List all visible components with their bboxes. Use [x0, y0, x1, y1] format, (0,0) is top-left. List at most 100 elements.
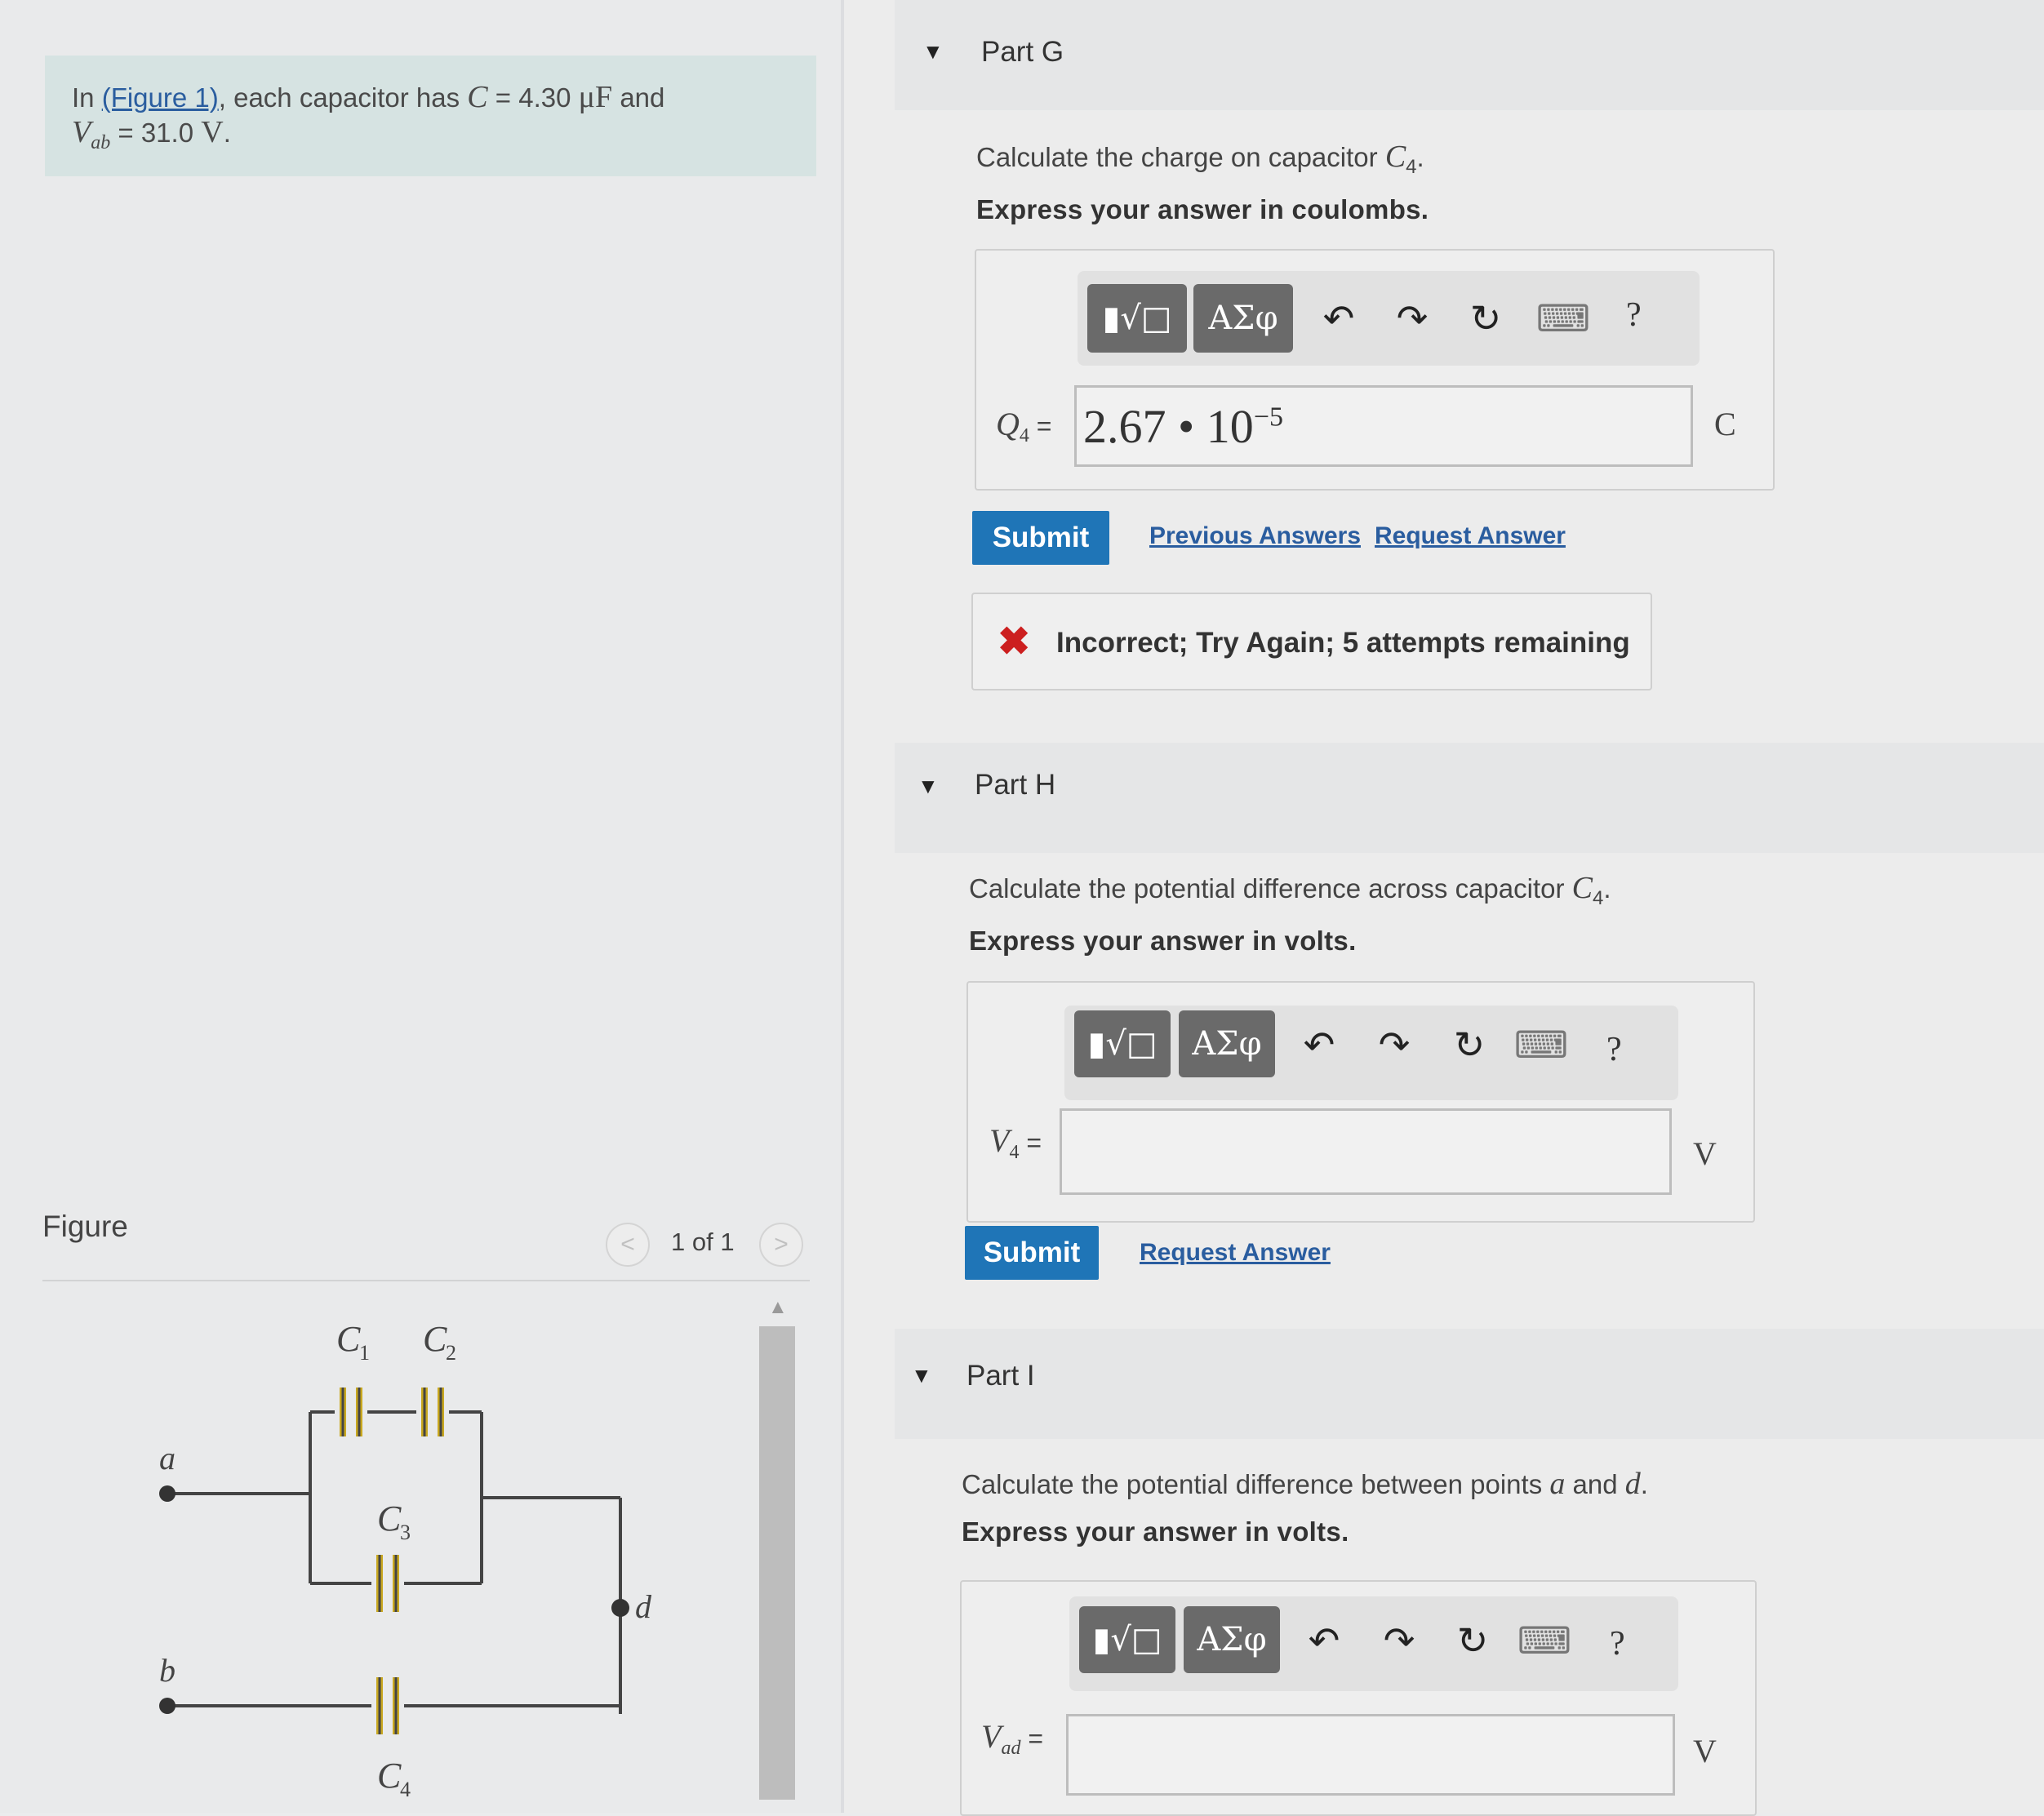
undo-icon[interactable]: ↶ — [1314, 294, 1363, 343]
redo-icon[interactable]: ↷ — [1370, 1020, 1419, 1069]
part-i-var-sub: ad — [1001, 1738, 1021, 1759]
part-h-instruction-end: . — [1603, 873, 1611, 904]
part-g-templates-button[interactable]: ▮√□ — [1087, 284, 1187, 353]
part-i-answer-input[interactable] — [1066, 1714, 1675, 1796]
c4-sub: 4 — [400, 1778, 411, 1801]
part-i-unit: V — [1693, 1733, 1717, 1769]
part-i-title: Part I — [966, 1360, 1035, 1392]
part-g-unit: C — [1714, 406, 1736, 442]
redo-icon[interactable]: ↷ — [1388, 294, 1437, 343]
part-h-request-answer-link[interactable]: Request Answer — [1140, 1239, 1331, 1267]
voltage-var: V — [72, 115, 91, 149]
node-b-label: b — [159, 1652, 176, 1689]
figure-link[interactable]: (Figure 1) — [102, 82, 219, 113]
part-g-greek-button[interactable]: ΑΣφ — [1193, 284, 1293, 353]
part-g-title: Part G — [981, 36, 1064, 68]
part-h-var-sub: 4 — [1009, 1142, 1020, 1163]
part-g-instruction-end: . — [1416, 142, 1424, 172]
c3-label: C — [377, 1499, 402, 1538]
collapse-part-h-icon[interactable]: ▼ — [918, 774, 939, 799]
part-g-variable-label: Q4 = — [996, 405, 1051, 447]
collapse-part-g-icon[interactable]: ▼ — [922, 39, 944, 64]
figure-divider — [42, 1280, 810, 1281]
problem-mid: , each capacitor has — [218, 82, 468, 113]
undo-icon[interactable]: ↶ — [1295, 1020, 1344, 1069]
part-g-instruction-var: C — [1384, 140, 1406, 174]
figure-pager: 1 of 1 — [671, 1228, 735, 1256]
collapse-part-i-icon[interactable]: ▼ — [911, 1363, 932, 1388]
part-i-var: V — [981, 1718, 1002, 1755]
part-i-header[interactable] — [895, 1329, 2044, 1439]
voltage-unit: V — [201, 115, 224, 149]
problem-statement: In (Figure 1), each capacitor has C = 4.… — [72, 80, 790, 160]
next-figure-button[interactable]: > — [759, 1223, 803, 1267]
part-g-request-answer-link[interactable]: Request Answer — [1375, 522, 1566, 550]
part-h-title: Part H — [975, 769, 1056, 801]
c3-sub: 3 — [400, 1521, 411, 1544]
templates-icon: ▮√□ — [1092, 1621, 1162, 1658]
part-i-instruction: Calculate the potential difference betwe… — [962, 1466, 1648, 1502]
figure-scrollbar[interactable] — [759, 1326, 795, 1800]
circuit-diagram: C 1 C 2 C 3 C 4 a b d — [159, 1319, 652, 1801]
capacitance-value: = 4.30 — [487, 82, 579, 113]
c1-label: C — [336, 1319, 361, 1359]
part-g-submit-button[interactable]: Submit — [972, 511, 1109, 565]
part-g-express: Express your answer in coulombs. — [976, 194, 1429, 224]
incorrect-x-icon: ✖ — [998, 620, 1031, 664]
capacitance-unit: μF — [578, 80, 613, 114]
part-h-templates-button[interactable]: ▮√□ — [1074, 1010, 1171, 1077]
help-icon[interactable]: ? — [1606, 1030, 1622, 1069]
keyboard-icon[interactable]: ⌨ — [1536, 294, 1590, 343]
part-i-and: and — [1565, 1469, 1625, 1499]
part-i-point-a: a — [1549, 1467, 1566, 1501]
undo-icon[interactable]: ↶ — [1300, 1616, 1349, 1665]
figure-label: Figure — [42, 1210, 128, 1243]
greek-symbols-icon: ΑΣφ — [1197, 1621, 1267, 1658]
node-b-dot — [159, 1698, 176, 1714]
part-h-instruction-var: C — [1571, 871, 1593, 905]
previous-answers-link[interactable]: Previous Answers — [1149, 522, 1361, 550]
keyboard-icon[interactable]: ⌨ — [1514, 1020, 1568, 1069]
part-g-answer-input[interactable]: 2.67 • 10−5 — [1074, 385, 1693, 467]
part-g-answer-value: 2.67 • 10−5 — [1083, 399, 1283, 454]
voltage-sub: ab — [91, 132, 111, 153]
c2-label: C — [423, 1319, 447, 1359]
part-g-header[interactable] — [895, 0, 2044, 110]
part-i-templates-button[interactable]: ▮√□ — [1079, 1606, 1175, 1673]
capacitance-var: C — [467, 80, 488, 114]
reset-icon[interactable]: ↻ — [1445, 1020, 1494, 1069]
chevron-right-icon: > — [774, 1231, 789, 1258]
part-h-instruction-text: Calculate the potential difference acros… — [969, 873, 1572, 904]
reset-icon[interactable]: ↻ — [1448, 1616, 1497, 1665]
part-i-greek-button[interactable]: ΑΣφ — [1184, 1606, 1280, 1673]
part-h-greek-button[interactable]: ΑΣφ — [1179, 1010, 1275, 1077]
part-h-instruction-sub: 4 — [1593, 887, 1604, 909]
part-i-instruction-text: Calculate the potential difference betwe… — [962, 1469, 1550, 1499]
voltage-value: = 31.0 — [110, 118, 202, 148]
help-icon[interactable]: ? — [1626, 295, 1642, 335]
part-h-instruction: Calculate the potential difference acros… — [969, 870, 1611, 910]
redo-icon[interactable]: ↷ — [1375, 1616, 1424, 1665]
part-g-instruction-text: Calculate the charge on capacitor — [976, 142, 1385, 172]
part-i-instruction-end: . — [1640, 1469, 1648, 1499]
templates-icon: ▮√□ — [1102, 300, 1172, 337]
part-h-variable-label: V4 = — [989, 1121, 1042, 1164]
part-h-answer-input[interactable] — [1060, 1108, 1672, 1195]
part-h-unit: V — [1693, 1135, 1717, 1172]
scroll-up-icon[interactable]: ▲ — [768, 1296, 788, 1319]
capacitor-plate-edges — [341, 1388, 442, 1734]
reset-icon[interactable]: ↻ — [1461, 294, 1510, 343]
keyboard-icon[interactable]: ⌨ — [1517, 1616, 1571, 1665]
part-h-submit-button[interactable]: Submit — [965, 1226, 1099, 1280]
help-icon[interactable]: ? — [1610, 1624, 1625, 1663]
chevron-left-icon: < — [620, 1231, 635, 1258]
part-h-equals: = — [1019, 1128, 1042, 1157]
part-h-var: V — [989, 1122, 1010, 1159]
prev-figure-button[interactable]: < — [606, 1223, 650, 1267]
part-h-express: Express your answer in volts. — [969, 926, 1357, 956]
problem-prefix: In — [72, 82, 102, 113]
part-h-header[interactable] — [895, 743, 2044, 853]
part-g-equals: = — [1029, 411, 1052, 441]
part-g-instruction: Calculate the charge on capacitor C4. — [976, 139, 1424, 179]
part-i-point-d: d — [1624, 1467, 1641, 1501]
